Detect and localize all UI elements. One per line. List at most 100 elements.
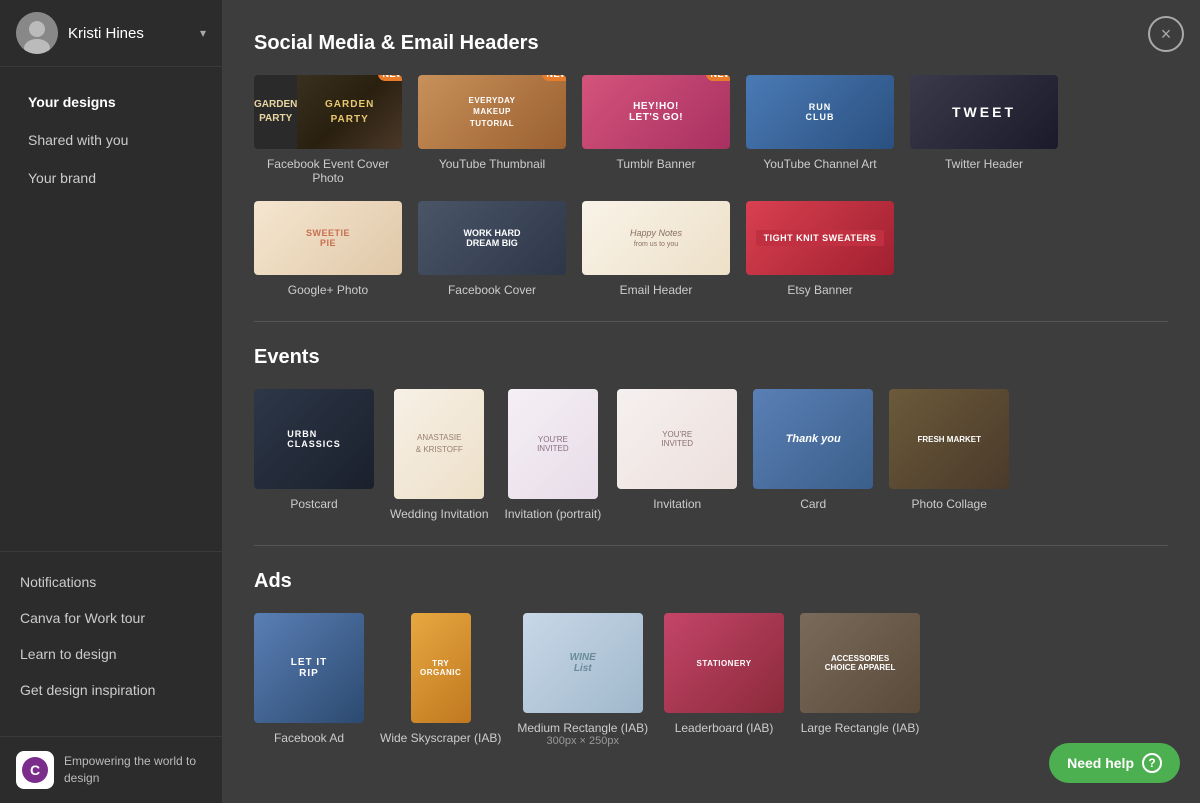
template-twitter-header[interactable]: TWEET Twitter Header: [910, 75, 1058, 185]
template-postcard-thumb: URBNCLASSICS: [254, 389, 374, 489]
template-etsy-banner[interactable]: TIGHT KNIT SWEATERS Etsy Banner: [746, 201, 894, 297]
template-invitation-portrait-label: Invitation (portrait): [505, 507, 602, 521]
template-etsy-banner-thumb: TIGHT KNIT SWEATERS: [746, 201, 894, 275]
template-large-rectangle-thumb: ACCESSORIESCHOICE APPAREL: [800, 613, 920, 713]
template-youtube-thumbnail-label: YouTube Thumbnail: [439, 157, 545, 171]
template-medium-rectangle-sublabel: 300px × 250px: [546, 735, 618, 747]
new-badge-tumblr: NEW: [706, 75, 731, 81]
template-invitation-thumb: YOU'REINVITED: [617, 389, 737, 489]
user-profile-header[interactable]: Kristi Hines ▾: [0, 0, 222, 67]
tweet-text: TWEET: [952, 104, 1016, 120]
svg-text:C: C: [30, 762, 40, 778]
sidebar-item-get-design-inspiration[interactable]: Get design inspiration: [0, 672, 222, 708]
sidebar: Kristi Hines ▾ Your designs Shared with …: [0, 0, 222, 803]
template-medium-rectangle-thumb: WINEList: [523, 613, 643, 713]
template-email-header-thumb: Happy Notesfrom us to you: [582, 201, 730, 275]
username-label: Kristi Hines: [68, 25, 200, 42]
sidebar-nav: Your designs Shared with you Your brand …: [0, 67, 222, 736]
fbcover-text: WORK HARDDREAM BIG: [464, 228, 521, 248]
section-ads-title: Ads: [254, 570, 1168, 593]
sidebar-item-canva-work-tour[interactable]: Canva for Work tour: [0, 600, 222, 636]
social-media-grid: NEW GARDENPARTY Facebook Event Cover Pho…: [254, 75, 1168, 297]
template-leaderboard-thumb: STATIONERY: [664, 613, 784, 713]
main-content: × Social Media & Email Headers NEW GARDE…: [222, 0, 1200, 803]
section-events: Events URBNCLASSICS Postcard ANASTASIE& …: [254, 346, 1168, 521]
template-youtube-thumbnail-thumb: NEW EVERYDAYMAKEUPTUTORIAL: [418, 75, 566, 149]
section-ads: Ads LET ITRIP Facebook Ad TRYORGANIC Wid…: [254, 570, 1168, 747]
need-help-label: Need help: [1067, 755, 1134, 771]
template-wedding-invitation[interactable]: ANASTASIE& KRISTOFF Wedding Invitation: [390, 389, 489, 521]
template-medium-rectangle-label: Medium Rectangle (IAB): [517, 721, 648, 735]
divider-1: [254, 321, 1168, 322]
template-large-rectangle-label: Large Rectangle (IAB): [801, 721, 920, 735]
template-photo-collage-label: Photo Collage: [912, 497, 987, 511]
template-invitation-portrait-thumb: YOU'REINVITED: [508, 389, 598, 499]
template-facebook-cover-label: Facebook Cover: [448, 283, 536, 297]
template-card-thumb: Thank you: [753, 389, 873, 489]
avatar: [16, 12, 58, 54]
template-leaderboard[interactable]: STATIONERY Leaderboard (IAB): [664, 613, 784, 747]
template-facebook-event-thumb: NEW GARDENPARTY: [254, 75, 402, 149]
accessories-text: ACCESSORIESCHOICE APPAREL: [825, 654, 896, 672]
template-photo-collage-thumb: FRESH MARKET: [889, 389, 1009, 489]
section-social-media: Social Media & Email Headers NEW GARDENP…: [254, 32, 1168, 297]
sidebar-item-shared-with-you[interactable]: Shared with you: [8, 122, 214, 158]
template-youtube-channel-art[interactable]: RUNCLUB YouTube Channel Art: [746, 75, 894, 185]
sidebar-item-your-designs[interactable]: Your designs: [8, 84, 214, 120]
template-twitter-header-thumb: TWEET: [910, 75, 1058, 149]
template-google-plus-label: Google+ Photo: [288, 283, 368, 297]
template-tumblr-banner-label: Tumblr Banner: [617, 157, 696, 171]
template-medium-rectangle[interactable]: WINEList Medium Rectangle (IAB) 300px × …: [517, 613, 648, 747]
sidebar-footer: C Empowering the world to design: [0, 736, 222, 803]
events-grid: URBNCLASSICS Postcard ANASTASIE& KRISTOF…: [254, 389, 1168, 521]
template-invitation-portrait[interactable]: YOU'REINVITED Invitation (portrait): [505, 389, 602, 521]
template-tumblr-banner-thumb: NEW HEY!HO!LET'S GO!: [582, 75, 730, 149]
sidebar-item-your-brand[interactable]: Your brand: [8, 160, 214, 196]
template-google-plus-thumb: SWEETIEPIE: [254, 201, 402, 275]
divider-2: [254, 545, 1168, 546]
template-card[interactable]: Thank you Card: [753, 389, 873, 521]
template-wide-skyscraper[interactable]: TRYORGANIC Wide Skyscraper (IAB): [380, 613, 501, 747]
need-help-button[interactable]: Need help ?: [1049, 743, 1180, 783]
template-card-label: Card: [800, 497, 826, 511]
template-wide-skyscraper-label: Wide Skyscraper (IAB): [380, 731, 501, 745]
template-wedding-invitation-label: Wedding Invitation: [390, 507, 489, 521]
template-wide-skyscraper-thumb: TRYORGANIC: [411, 613, 471, 723]
close-button[interactable]: ×: [1148, 16, 1184, 52]
section-social-media-title: Social Media & Email Headers: [254, 32, 1168, 55]
template-youtube-channel-art-thumb: RUNCLUB: [746, 75, 894, 149]
freshmarket-text: FRESH MARKET: [917, 435, 981, 444]
canva-logo: C: [16, 751, 54, 789]
new-badge: NEW: [378, 75, 403, 81]
ads-grid: LET ITRIP Facebook Ad TRYORGANIC Wide Sk…: [254, 613, 1168, 747]
template-invitation[interactable]: YOU'REINVITED Invitation: [617, 389, 737, 521]
template-facebook-event[interactable]: NEW GARDENPARTY Facebook Event Cover Pho…: [254, 75, 402, 185]
new-badge-yt: NEW: [542, 75, 567, 81]
template-photo-collage[interactable]: FRESH MARKET Photo Collage: [889, 389, 1009, 521]
template-tumblr-banner[interactable]: NEW HEY!HO!LET'S GO! Tumblr Banner: [582, 75, 730, 185]
template-facebook-ad[interactable]: LET ITRIP Facebook Ad: [254, 613, 364, 747]
sidebar-item-notifications[interactable]: Notifications: [0, 564, 222, 600]
template-email-header[interactable]: Happy Notesfrom us to you Email Header: [582, 201, 730, 297]
sidebar-item-learn-to-design[interactable]: Learn to design: [0, 636, 222, 672]
template-wedding-invitation-thumb: ANASTASIE& KRISTOFF: [394, 389, 484, 499]
urbn-text: URBNCLASSICS: [287, 429, 341, 449]
template-twitter-header-label: Twitter Header: [945, 157, 1023, 171]
template-facebook-event-label: Facebook Event Cover Photo: [258, 157, 398, 185]
template-postcard[interactable]: URBNCLASSICS Postcard: [254, 389, 374, 521]
template-facebook-cover[interactable]: WORK HARDDREAM BIG Facebook Cover: [418, 201, 566, 297]
thank-you-text: Thank you: [786, 433, 841, 445]
template-email-header-label: Email Header: [620, 283, 693, 297]
template-youtube-channel-art-label: YouTube Channel Art: [763, 157, 876, 171]
sidebar-tagline: Empowering the world to design: [64, 753, 206, 787]
template-postcard-label: Postcard: [290, 497, 337, 511]
section-events-title: Events: [254, 346, 1168, 369]
template-large-rectangle[interactable]: ACCESSORIESCHOICE APPAREL Large Rectangl…: [800, 613, 920, 747]
template-invitation-label: Invitation: [653, 497, 701, 511]
chevron-down-icon: ▾: [200, 26, 206, 40]
template-google-plus[interactable]: SWEETIEPIE Google+ Photo: [254, 201, 402, 297]
template-facebook-cover-thumb: WORK HARDDREAM BIG: [418, 201, 566, 275]
template-etsy-banner-label: Etsy Banner: [787, 283, 852, 297]
template-youtube-thumbnail[interactable]: NEW EVERYDAYMAKEUPTUTORIAL YouTube Thumb…: [418, 75, 566, 185]
template-facebook-ad-label: Facebook Ad: [274, 731, 344, 745]
